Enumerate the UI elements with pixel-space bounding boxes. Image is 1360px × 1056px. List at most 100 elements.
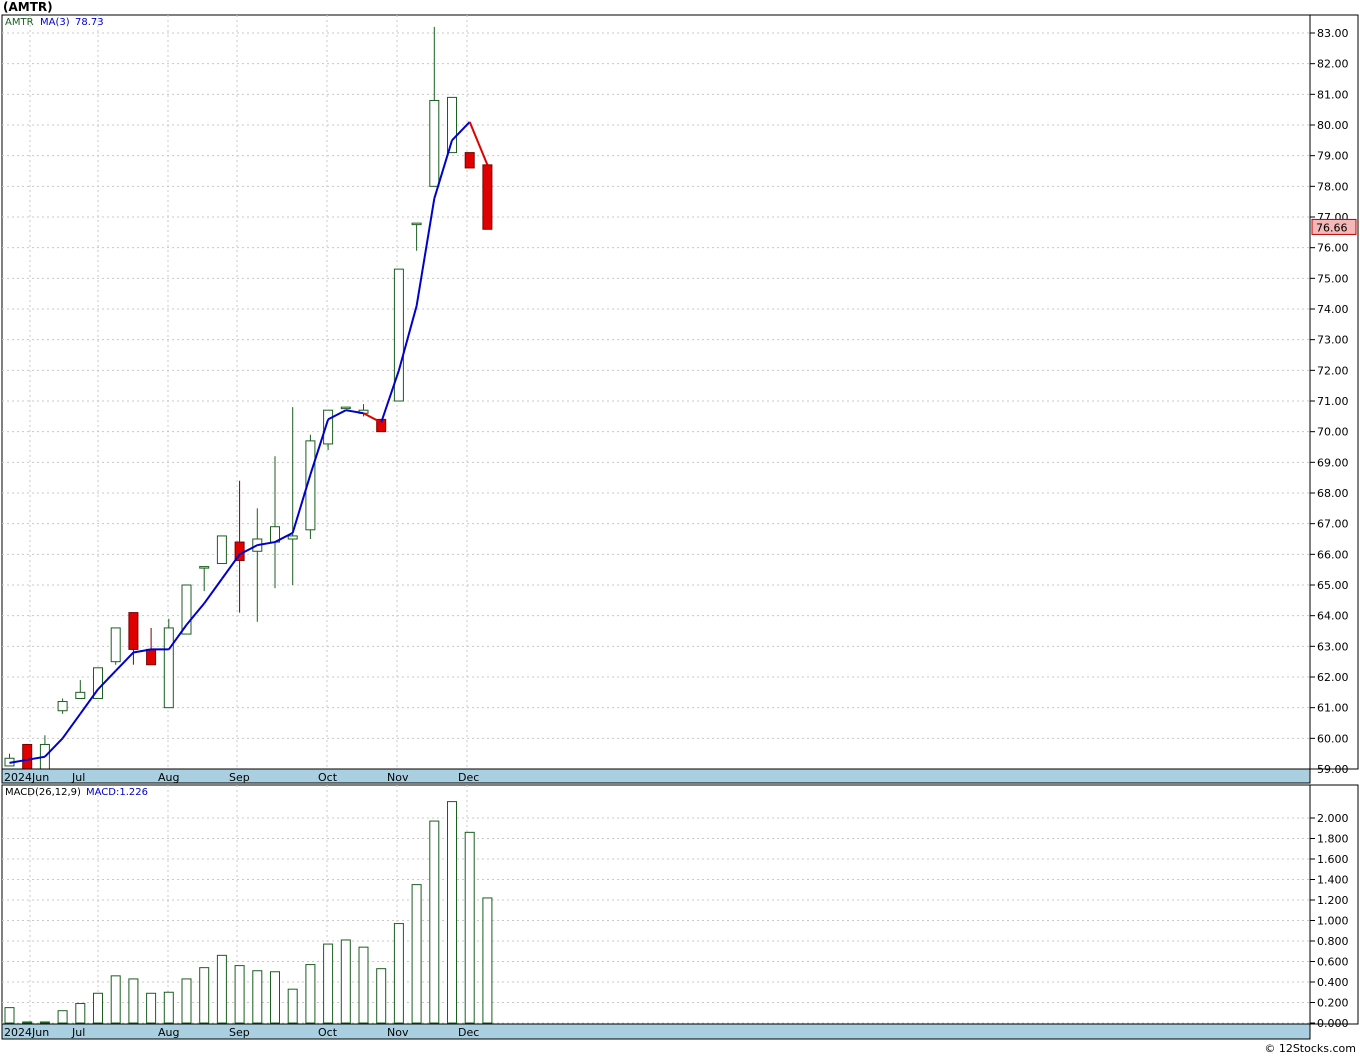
price-tick-label: 83.00 bbox=[1317, 27, 1349, 40]
macd-bar bbox=[287, 988, 298, 1024]
price-tick-label: 65.00 bbox=[1317, 579, 1349, 592]
macd-month-label: Nov bbox=[387, 1026, 409, 1039]
price-tick-label: 68.00 bbox=[1317, 487, 1349, 500]
macd-bar bbox=[447, 801, 457, 1024]
macd-bar bbox=[110, 975, 121, 1024]
macd-month-label: Sep bbox=[229, 1026, 250, 1039]
macd-bar bbox=[22, 1021, 33, 1024]
price-plot-frame bbox=[1, 14, 1311, 770]
macd-bar bbox=[429, 820, 440, 1024]
macd-bar bbox=[199, 967, 210, 1024]
candle-body bbox=[199, 566, 210, 569]
candle-body bbox=[216, 535, 227, 565]
price-month-label: Oct bbox=[318, 771, 338, 784]
price-tick-label: 79.00 bbox=[1317, 150, 1349, 163]
macd-bar bbox=[57, 1010, 68, 1024]
macd-month-label: Jul bbox=[71, 1026, 85, 1039]
macd-tick-label: 0.600 bbox=[1317, 956, 1349, 969]
macd-tick-label: 0.800 bbox=[1317, 935, 1349, 948]
price-tick-label: 72.00 bbox=[1317, 364, 1349, 377]
macd-bar bbox=[75, 1003, 86, 1024]
price-tick-label: 70.00 bbox=[1317, 426, 1349, 439]
price-tick-label: 62.00 bbox=[1317, 671, 1349, 684]
price-tick-label: 80.00 bbox=[1317, 119, 1349, 132]
macd-tick-label: 1.400 bbox=[1317, 874, 1349, 887]
macd-bar bbox=[39, 1021, 50, 1024]
macd-bar bbox=[340, 939, 351, 1024]
macd-bar bbox=[411, 884, 422, 1024]
macd-tick-label: 1.000 bbox=[1317, 915, 1349, 928]
price-tick-label: 66.00 bbox=[1317, 548, 1349, 561]
price-legend-symbol: AMTR bbox=[5, 17, 34, 28]
candle-body bbox=[75, 691, 86, 699]
candle-body bbox=[482, 164, 493, 230]
macd-bar bbox=[305, 964, 316, 1024]
macd-tick-label: 0.200 bbox=[1317, 997, 1349, 1010]
candle-body bbox=[464, 152, 475, 169]
watermark: © 12Stocks.com bbox=[1264, 1042, 1356, 1055]
macd-tick-label: 0.400 bbox=[1317, 976, 1349, 989]
macd-bar bbox=[4, 1007, 15, 1024]
price-tick-label: 82.00 bbox=[1317, 58, 1349, 71]
macd-bar bbox=[358, 946, 369, 1024]
macd-bar bbox=[234, 965, 245, 1024]
candle-body bbox=[57, 701, 68, 712]
macd-bar bbox=[163, 991, 174, 1024]
price-tick-label: 76.00 bbox=[1317, 242, 1349, 255]
price-tick-label: 60.00 bbox=[1317, 732, 1349, 745]
macd-legend-value: MACD:1.226 bbox=[86, 787, 148, 798]
price-tick-label: 74.00 bbox=[1317, 303, 1349, 316]
price-month-label: Aug bbox=[158, 771, 179, 784]
macd-tick-label: 1.600 bbox=[1317, 853, 1349, 866]
price-tick-label: 78.00 bbox=[1317, 180, 1349, 193]
macd-bar bbox=[93, 992, 103, 1024]
macd-tick-label: 2.000 bbox=[1317, 812, 1349, 825]
macd-bar bbox=[252, 970, 263, 1024]
macd-bar bbox=[464, 831, 475, 1024]
price-legend-ma-value: 78.73 bbox=[75, 17, 104, 28]
candle-body bbox=[110, 627, 121, 663]
macd-panel: 0.0000.2000.4000.6000.8001.0001.2001.400… bbox=[1, 784, 1359, 1040]
stock-chart: 59.0060.0061.0062.0063.0064.0065.0066.00… bbox=[1, 14, 1359, 1040]
macd-bar bbox=[181, 978, 192, 1024]
price-tick-label: 73.00 bbox=[1317, 334, 1349, 347]
candle-body bbox=[287, 535, 298, 540]
price-month-label: Nov bbox=[387, 771, 409, 784]
price-month-label: Jul bbox=[71, 771, 85, 784]
price-tick-label: 67.00 bbox=[1317, 518, 1349, 531]
price-tick-label: 61.00 bbox=[1317, 702, 1349, 715]
macd-bar bbox=[393, 923, 404, 1024]
candle-body bbox=[146, 648, 157, 666]
price-month-label: 2024Jun bbox=[4, 771, 49, 784]
macd-bar bbox=[376, 968, 387, 1024]
macd-month-band bbox=[1, 1023, 1311, 1040]
price-panel: 59.0060.0061.0062.0063.0064.0065.0066.00… bbox=[1, 14, 1359, 784]
macd-month-label: Dec bbox=[458, 1026, 479, 1039]
macd-tick-label: 1.200 bbox=[1317, 894, 1349, 907]
macd-month-label: Aug bbox=[158, 1026, 179, 1039]
macd-month-label: Oct bbox=[318, 1026, 338, 1039]
candle-body bbox=[181, 584, 192, 635]
price-tick-label: 71.00 bbox=[1317, 395, 1349, 408]
price-month-band bbox=[1, 768, 1311, 784]
macd-bar bbox=[216, 954, 227, 1024]
price-tick-label: 63.00 bbox=[1317, 640, 1349, 653]
price-tick-label: 64.00 bbox=[1317, 610, 1349, 623]
macd-bar bbox=[128, 978, 139, 1024]
last-price-label: 76.66 bbox=[1316, 221, 1348, 234]
candle-body bbox=[411, 222, 422, 226]
candle-body bbox=[340, 406, 351, 410]
price-tick-label: 69.00 bbox=[1317, 456, 1349, 469]
macd-bar bbox=[146, 992, 157, 1024]
price-month-label: Sep bbox=[229, 771, 250, 784]
macd-bar bbox=[323, 943, 334, 1024]
macd-tick-label: 1.800 bbox=[1317, 833, 1349, 846]
candle-body bbox=[163, 627, 174, 709]
macd-bar bbox=[482, 897, 493, 1024]
macd-plot-frame bbox=[1, 784, 1311, 1025]
price-legend-ma-label: MA(3) bbox=[40, 17, 70, 28]
candle-body bbox=[128, 612, 139, 650]
candle-body bbox=[447, 96, 457, 154]
macd-month-label: 2024Jun bbox=[4, 1026, 49, 1039]
macd-bar bbox=[270, 971, 280, 1024]
